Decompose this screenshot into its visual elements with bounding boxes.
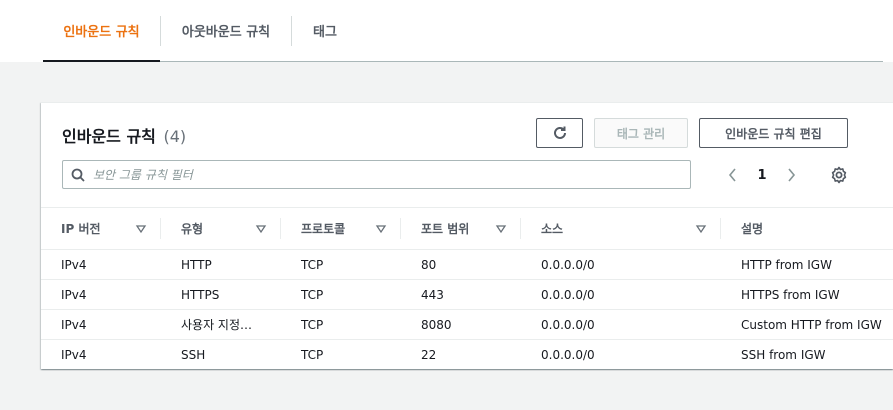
refresh-button[interactable]: [536, 118, 583, 148]
rule-count: (4): [163, 127, 187, 146]
cell-protocol: TCP: [281, 249, 401, 280]
search-icon: [63, 168, 93, 182]
table-row[interactable]: IPv4 SSH TCP 22 0.0.0.0/0 SSH from IGW: [41, 339, 893, 369]
cell-port-range: 8080: [401, 309, 521, 340]
cell-source: 0.0.0.0/0: [521, 279, 721, 310]
cell-port-range: 443: [401, 279, 521, 310]
current-page[interactable]: 1: [745, 168, 779, 183]
previous-page-button[interactable]: [721, 163, 745, 187]
column-header-port-range[interactable]: 포트 범위: [401, 207, 521, 250]
cell-ip-version: IPv4: [41, 279, 161, 310]
gear-icon: [831, 166, 847, 184]
manage-tags-button[interactable]: 태그 관리: [594, 118, 688, 148]
sort-caret-icon: [255, 224, 267, 233]
table-row[interactable]: IPv4 HTTP TCP 80 0.0.0.0/0 HTTP from IGW: [41, 249, 893, 280]
cell-source: 0.0.0.0/0: [521, 339, 721, 369]
chevron-left-icon: [728, 168, 736, 182]
column-header-type[interactable]: 유형: [161, 207, 281, 250]
filter-box: [62, 160, 691, 189]
cell-protocol: TCP: [281, 339, 401, 369]
next-page-button[interactable]: [779, 163, 803, 187]
sort-caret-icon: [495, 224, 507, 233]
table-row[interactable]: IPv4 HTTPS TCP 443 0.0.0.0/0 HTTPS from …: [41, 279, 893, 310]
table-row[interactable]: IPv4 사용자 지정… TCP 8080 0.0.0.0/0 Custom H…: [41, 309, 893, 340]
inbound-rules-panel: 인바운드 규칙 (4) 태그 관리 인바운드 규칙 편집 1: [41, 102, 893, 369]
tab-outbound-rules[interactable]: 아웃바운드 규칙: [161, 0, 291, 61]
panel-title-text: 인바운드 규칙: [62, 127, 156, 146]
table-header-row: IP 버전 유형 프로토콜 포트 범위 소스 설명: [41, 207, 893, 250]
rule-filter-input[interactable]: [93, 167, 683, 182]
cell-description: Custom HTTP from IGW: [721, 309, 893, 340]
sort-caret-icon: [135, 224, 147, 233]
cell-protocol: TCP: [281, 279, 401, 310]
cell-type: SSH: [161, 339, 281, 369]
column-header-ip-version[interactable]: IP 버전: [41, 207, 161, 250]
pagination: 1: [721, 163, 803, 187]
cell-type: 사용자 지정…: [161, 309, 281, 340]
cell-ip-version: IPv4: [41, 309, 161, 340]
cell-port-range: 80: [401, 249, 521, 280]
preferences-button[interactable]: [827, 163, 851, 187]
cell-protocol: TCP: [281, 309, 401, 340]
tab-inbound-rules[interactable]: 인바운드 규칙: [43, 0, 160, 62]
cell-port-range: 22: [401, 339, 521, 369]
cell-description: HTTPS from IGW: [721, 279, 893, 310]
column-header-source[interactable]: 소스: [521, 207, 721, 250]
cell-description: SSH from IGW: [721, 339, 893, 369]
cell-source: 0.0.0.0/0: [521, 309, 721, 340]
cell-source: 0.0.0.0/0: [521, 249, 721, 280]
cell-description: HTTP from IGW: [721, 249, 893, 280]
column-header-description[interactable]: 설명: [721, 207, 893, 250]
tab-bar: 인바운드 규칙 아웃바운드 규칙 태그: [43, 0, 883, 62]
chevron-right-icon: [788, 168, 796, 182]
tab-tags[interactable]: 태그: [292, 0, 358, 61]
edit-inbound-rules-button[interactable]: 인바운드 규칙 편집: [699, 118, 848, 148]
refresh-icon: [553, 126, 566, 139]
tab-bar-container: 인바운드 규칙 아웃바운드 규칙 태그: [0, 0, 893, 62]
sort-caret-icon: [695, 224, 707, 233]
cell-type: HTTPS: [161, 279, 281, 310]
cell-ip-version: IPv4: [41, 249, 161, 280]
rules-table: IP 버전 유형 프로토콜 포트 범위 소스 설명 IPv4 HTTP TCP …: [41, 207, 893, 369]
cell-type: HTTP: [161, 249, 281, 280]
cell-ip-version: IPv4: [41, 339, 161, 369]
column-header-protocol[interactable]: 프로토콜: [281, 207, 401, 250]
panel-title: 인바운드 규칙 (4): [62, 123, 186, 147]
sort-caret-icon: [375, 224, 387, 233]
